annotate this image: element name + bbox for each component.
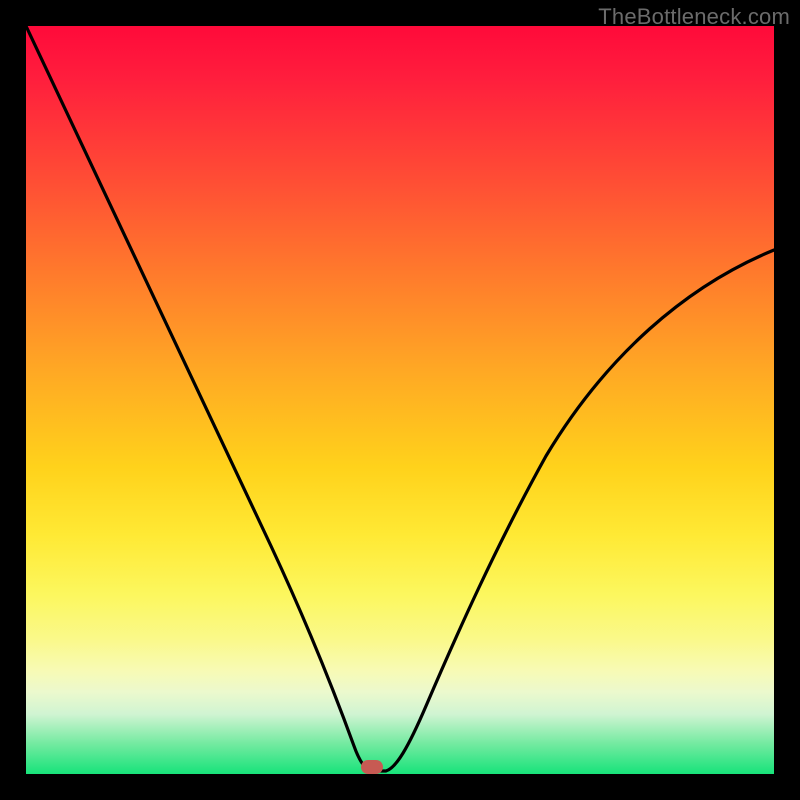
optimal-point-marker	[361, 760, 383, 774]
bottleneck-curve	[26, 26, 774, 774]
chart-plot-area	[26, 26, 774, 774]
curve-path	[26, 26, 774, 771]
